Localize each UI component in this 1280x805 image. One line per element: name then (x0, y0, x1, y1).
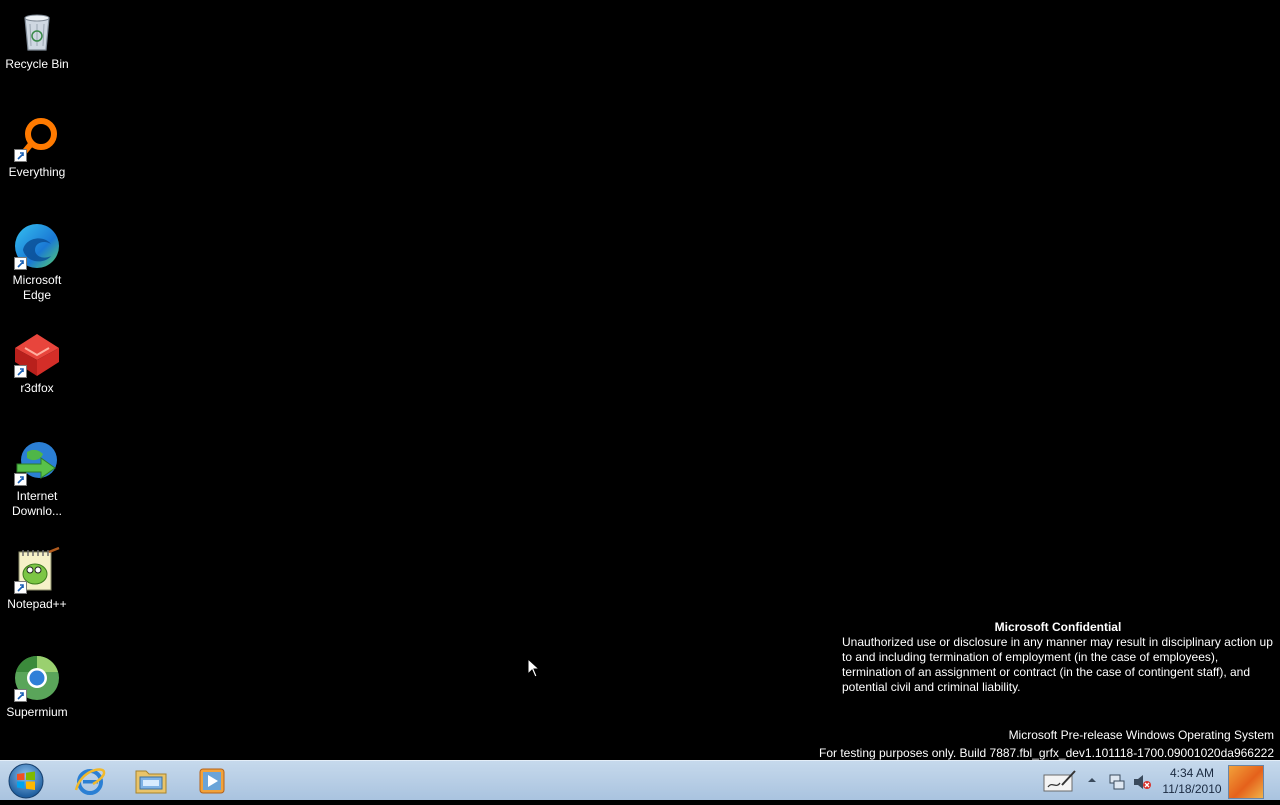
desktop-icon-microsoft-edge[interactable]: Microsoft Edge (0, 222, 74, 303)
r3dfox-icon (13, 330, 61, 378)
clock-time: 4:34 AM (1169, 766, 1215, 780)
tray-clock[interactable]: 4:34 AM 11/18/2010 (1160, 765, 1224, 797)
show-hidden-icons-chevron-icon (1088, 778, 1096, 782)
taskbar-file-explorer[interactable] (123, 763, 179, 799)
everything-icon (13, 114, 61, 162)
supermium-icon (13, 654, 61, 702)
desktop-icon-internet-download-manager[interactable]: Internet Downlo... (0, 438, 74, 519)
shortcut-arrow-icon (14, 149, 27, 162)
confidential-title: Microsoft Confidential (994, 620, 1122, 634)
internet-explorer-icon (74, 768, 106, 795)
confidential-body: Unauthorized use or disclosure in any ma… (842, 635, 1273, 694)
desktop-icon-everything[interactable]: Everything (0, 114, 74, 180)
windows-start-orb-icon (8, 763, 44, 799)
volume-muted-icon (1134, 775, 1151, 789)
desktop-icon-label: Everything (8, 165, 66, 179)
shortcut-arrow-icon (14, 365, 27, 378)
shortcut-arrow-icon (14, 689, 27, 702)
clock-date: 11/18/2010 (1162, 782, 1222, 796)
shortcut-arrow-icon (14, 257, 27, 270)
folder-library-icon (135, 770, 167, 794)
taskbar: 4:34 AM 11/18/2010 (0, 760, 1280, 800)
media-player-icon (199, 768, 225, 794)
desktop-icon-label: Notepad++ (7, 597, 67, 611)
desktop-icon-label: r3dfox (20, 381, 54, 395)
build-watermark: Microsoft Pre-release Windows Operating … (819, 726, 1274, 762)
edge-icon (13, 222, 61, 270)
desktop-icon-r3dfox[interactable]: r3dfox (0, 330, 74, 396)
internet-download-manager-icon (13, 438, 61, 486)
shortcut-arrow-icon (14, 581, 27, 594)
desktop-icon-supermium[interactable]: Supermium (0, 654, 74, 720)
start-button[interactable] (6, 762, 46, 800)
shortcut-arrow-icon (14, 473, 27, 486)
pen-input-icon (1043, 770, 1076, 792)
tray-network[interactable] (1108, 773, 1126, 796)
taskbar-media-player[interactable] (184, 763, 240, 799)
desktop-icon-label: Internet Downlo... (11, 489, 63, 518)
network-icon (1109, 774, 1125, 790)
recycle-bin-icon (13, 6, 61, 54)
desktop-icon-label: Recycle Bin (5, 57, 69, 71)
mouse-cursor-icon (527, 658, 541, 678)
tray-pen-input[interactable] (1042, 767, 1078, 800)
show-desktop-button[interactable] (1228, 765, 1264, 799)
desktop-icon-notepad-plus-plus[interactable]: Notepad++ (0, 546, 74, 612)
confidential-notice: Microsoft Confidential Unauthorized use … (842, 620, 1274, 695)
tray-volume[interactable] (1132, 773, 1152, 796)
notepad-plus-plus-icon (13, 546, 61, 594)
taskbar-internet-explorer[interactable] (62, 763, 118, 799)
tray-show-hidden-icons[interactable] (1086, 773, 1098, 791)
os-name-text: Microsoft Pre-release Windows Operating … (1008, 728, 1274, 742)
desktop-icon-label: Microsoft Edge (12, 273, 62, 302)
desktop[interactable]: Recycle Bin Everything Microsoft Edge r3… (0, 0, 1280, 760)
desktop-icon-label: Supermium (6, 705, 68, 719)
desktop-icon-recycle-bin[interactable]: Recycle Bin (0, 6, 74, 72)
